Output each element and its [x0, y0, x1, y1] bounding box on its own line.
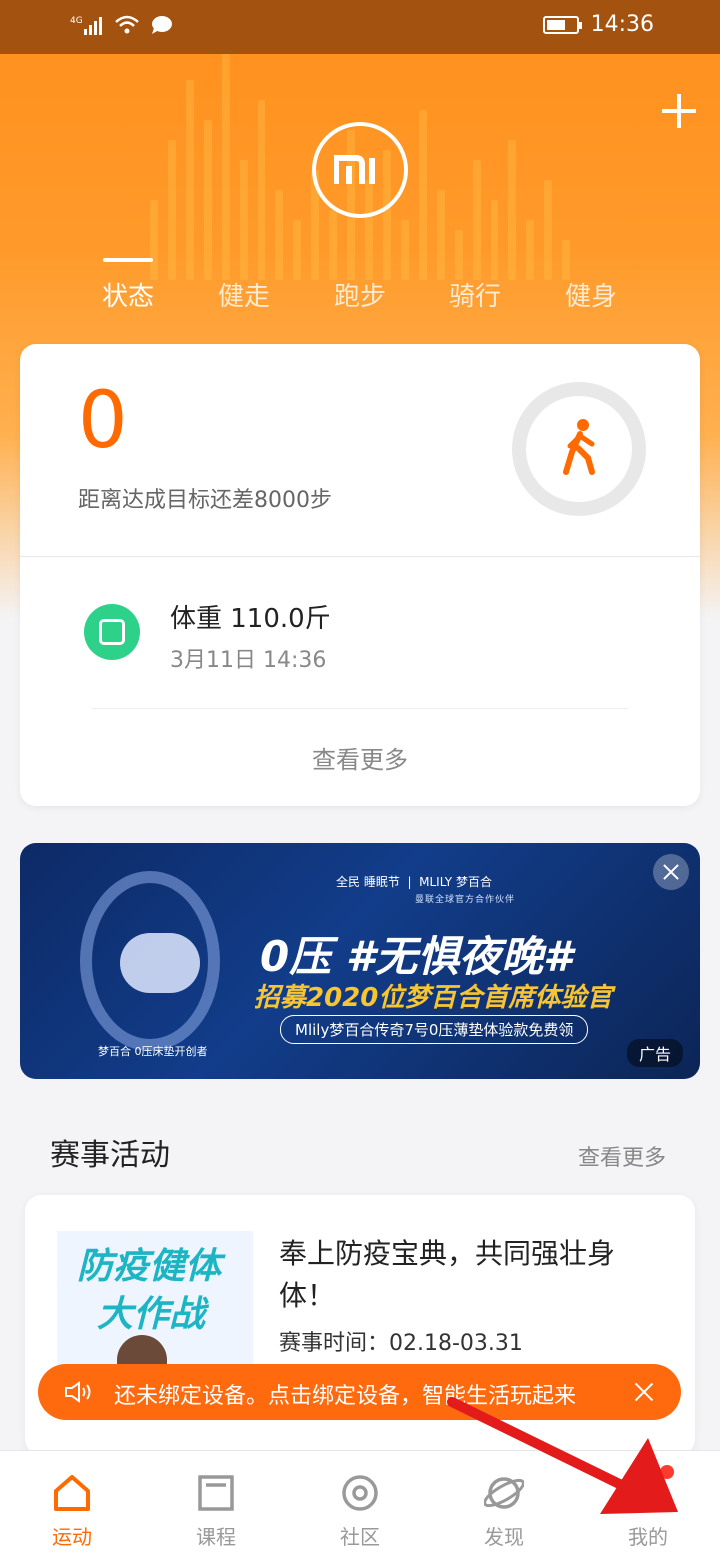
tab-running[interactable]: 跑步	[320, 276, 400, 313]
events-view-more[interactable]: 查看更多	[578, 1140, 666, 1172]
home-icon	[54, 1475, 90, 1511]
community-icon	[342, 1475, 378, 1511]
tab-walking[interactable]: 健走	[204, 276, 284, 313]
ad-offer-pill: Mlily梦百合传奇7号0压薄垫体验款免费领	[280, 1015, 589, 1044]
ad-top-subtitle: 曼联全球官方合作伙伴	[415, 895, 516, 905]
message-icon	[152, 16, 172, 34]
status-bar: 4G 14:36	[0, 0, 720, 54]
steps-goal-text: 距离达成目标还差8000步	[78, 488, 332, 513]
status-time: 14:36	[590, 12, 654, 37]
divider	[92, 708, 628, 709]
svg-text:4G: 4G	[70, 16, 83, 26]
steps-value[interactable]: 0	[78, 382, 128, 460]
mi-logo	[312, 122, 408, 218]
view-more-button[interactable]: 查看更多	[20, 740, 700, 775]
speaker-icon	[65, 1381, 91, 1403]
status-card: 0 距离达成目标还差8000步 体重 110.0斤 3月11日 14:36 查看…	[20, 344, 700, 806]
weight-value[interactable]: 体重 110.0斤	[170, 598, 331, 635]
nav-item-profile[interactable]: 我的	[576, 1451, 720, 1560]
sport-tabs: 状态 健走 跑步 骑行 健身	[0, 258, 720, 318]
walking-icon	[563, 419, 595, 475]
event-time: 赛事时间：02.18-03.31	[279, 1331, 523, 1356]
bottom-navigation: 运动 课程 社区 发现 我的	[0, 1450, 720, 1560]
course-icon	[198, 1475, 234, 1511]
ad-headline: 0压 #无惧夜晚#	[260, 932, 573, 981]
nav-item-sport[interactable]: 运动	[0, 1451, 144, 1560]
add-icon[interactable]	[660, 92, 698, 130]
events-section-title: 赛事活动	[50, 1138, 170, 1173]
divider	[20, 556, 700, 557]
bind-device-toast[interactable]: 还未绑定设备。点击绑定设备，智能生活玩起来	[38, 1364, 681, 1420]
nav-item-discover[interactable]: 发现	[432, 1451, 576, 1560]
active-tab-indicator	[103, 258, 153, 262]
event-title: 奉上防疫宝典，共同强壮身体！	[279, 1237, 616, 1312]
ad-subheadline: 招募2020位梦百合首席体验官	[254, 983, 613, 1013]
nav-item-community[interactable]: 社区	[288, 1451, 432, 1560]
toast-close-icon[interactable]	[630, 1378, 658, 1406]
ad-close-icon[interactable]	[653, 854, 689, 890]
battery-icon	[542, 15, 582, 34]
toast-message: 还未绑定设备。点击绑定设备，智能生活玩起来	[114, 1384, 577, 1409]
signal-icon: 4G	[70, 16, 102, 35]
tab-status[interactable]: 状态	[88, 276, 168, 313]
wifi-icon	[115, 15, 139, 34]
profile-icon	[630, 1477, 666, 1511]
ad-banner[interactable]: 全民 睡眠节 | MLILY 梦百合 曼联全球官方合作伙伴 0压 #无惧夜晚# …	[20, 843, 700, 1079]
ad-top-logos: 全民 睡眠节 | MLILY 梦百合	[336, 875, 492, 889]
nav-item-course[interactable]: 课程	[144, 1451, 288, 1560]
event-image: 防疫健体 大作战	[57, 1231, 253, 1381]
weight-date: 3月11日 14:36	[170, 648, 327, 673]
notification-dot	[660, 1465, 674, 1479]
cloud-graphic	[120, 933, 200, 993]
discover-icon	[484, 1477, 524, 1509]
ad-brand-text: 梦百合 0压床垫开创者	[98, 1045, 208, 1058]
tab-fitness[interactable]: 健身	[551, 276, 631, 313]
ad-label: 广告	[627, 1039, 684, 1067]
tab-cycling[interactable]: 骑行	[435, 276, 515, 313]
weight-scale-icon	[84, 604, 140, 660]
